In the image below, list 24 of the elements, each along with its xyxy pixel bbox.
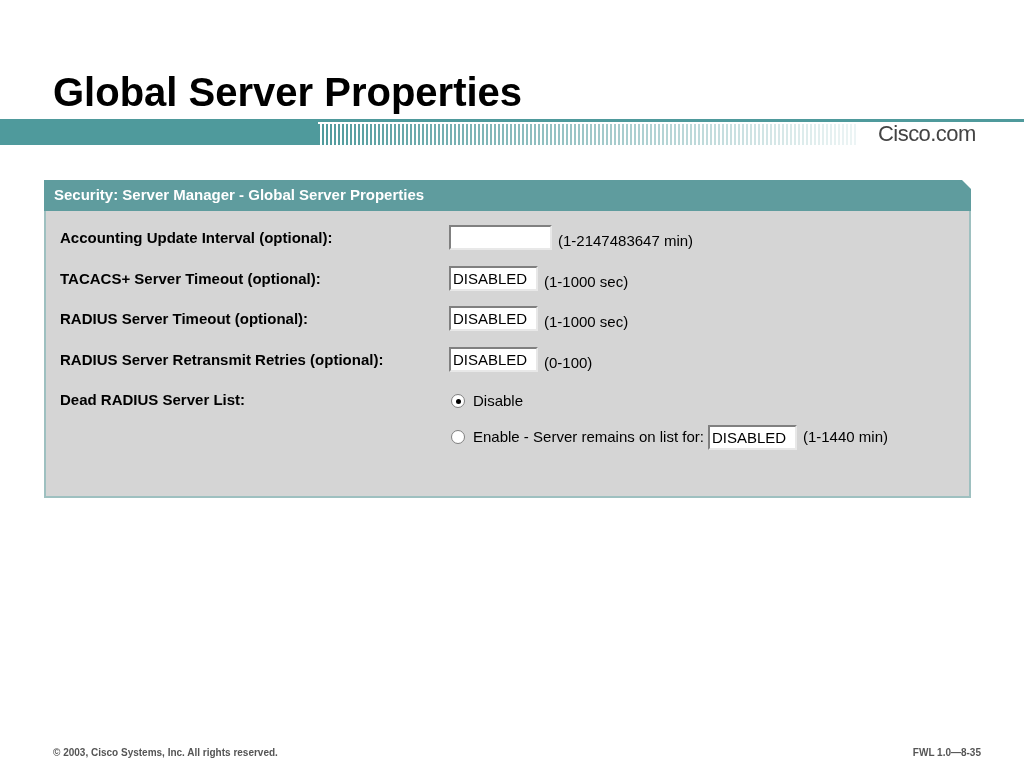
range-hint: (1-1000 sec) [544,312,629,332]
field-label: RADIUS Server Timeout (optional): [60,309,310,329]
field-label: TACACS+ Server Timeout (optional): [60,268,322,289]
slide-title: Global Server Properties [53,69,523,116]
radio-button[interactable] [451,394,465,409]
range-hint: (1-1440 min) [802,426,888,447]
input-field[interactable]: DISABLED [707,424,797,450]
slide-code: FWL 1.0—8-35 [912,746,981,760]
range-hint: (0-100) [544,352,593,373]
range-hint: (1-1000 sec) [544,271,629,292]
field-label: Accounting Update Interval (optional): [60,228,334,248]
input-field[interactable]: DISABLED [449,306,538,331]
field-label: Dead RADIUS Server List: [60,390,247,410]
field-label: RADIUS Server Retransmit Retries (optional): [60,349,385,370]
radio-label: Disable [473,391,524,411]
input-field[interactable] [449,225,552,250]
radio-label: Enable - Server remains on list for: [473,426,704,447]
range-hint: (1-2147483647 min) [558,231,694,251]
input-field[interactable]: DISABLED [449,265,538,291]
copyright-text: © 2003, Cisco Systems, Inc. All rights reserved. [53,746,278,760]
input-field[interactable]: DISABLED [449,346,538,372]
radio-button[interactable] [451,430,465,444]
logo-text: Cisco.com [878,122,976,145]
panel-header: Security: Server Manager - Global Server Properties [44,180,971,211]
